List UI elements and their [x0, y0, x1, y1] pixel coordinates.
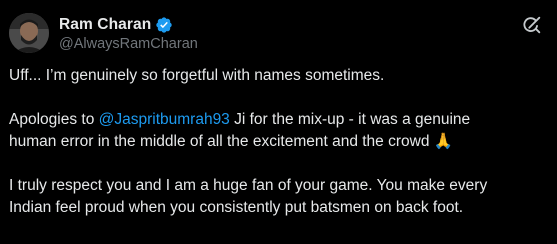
tweet-card: Ram Charan @AlwaysRamCharan Uff... I’m g… [0, 0, 557, 244]
display-name[interactable]: Ram Charan [59, 16, 151, 34]
tweet-line: Indian feel proud when you consistently … [9, 199, 464, 216]
user-handle[interactable]: @AlwaysRamCharan [59, 36, 198, 52]
tweet-text-segment: Apologies to [9, 111, 99, 128]
tweet-text: Uff... I’m genuinely so forgetful with n… [9, 65, 554, 219]
tweet-paragraph-3: I truly respect you and I am a huge fan … [9, 175, 554, 219]
tweet-paragraph-2: Apologies to @Jaspritbumrah93 Ji for the… [9, 109, 554, 153]
tweet-line: I truly respect you and I am a huge fan … [9, 177, 488, 194]
tweet-line: Uff... I’m genuinely so forgetful with n… [9, 67, 385, 84]
verified-badge-icon[interactable] [155, 16, 173, 34]
folded-hands-icon: 🙏 [433, 133, 454, 150]
tweet-text-segment: Ji for the mix-up - it was a genuine [229, 111, 471, 128]
avatar-image [9, 13, 49, 53]
mention-link[interactable]: @Jaspritbumrah93 [99, 111, 230, 128]
tweet-line: Apologies to @Jaspritbumrah93 Ji for the… [9, 109, 554, 131]
tweet-header: Ram Charan @AlwaysRamCharan [0, 0, 557, 60]
tweet-paragraph-1: Uff... I’m genuinely so forgetful with n… [9, 65, 554, 87]
tweet-line: human error in the middle of all the exc… [9, 131, 554, 153]
name-row: Ram Charan [59, 15, 173, 35]
grok-icon[interactable] [521, 14, 543, 36]
tweet-text-segment: human error in the middle of all the exc… [9, 133, 434, 150]
avatar[interactable] [9, 13, 49, 53]
